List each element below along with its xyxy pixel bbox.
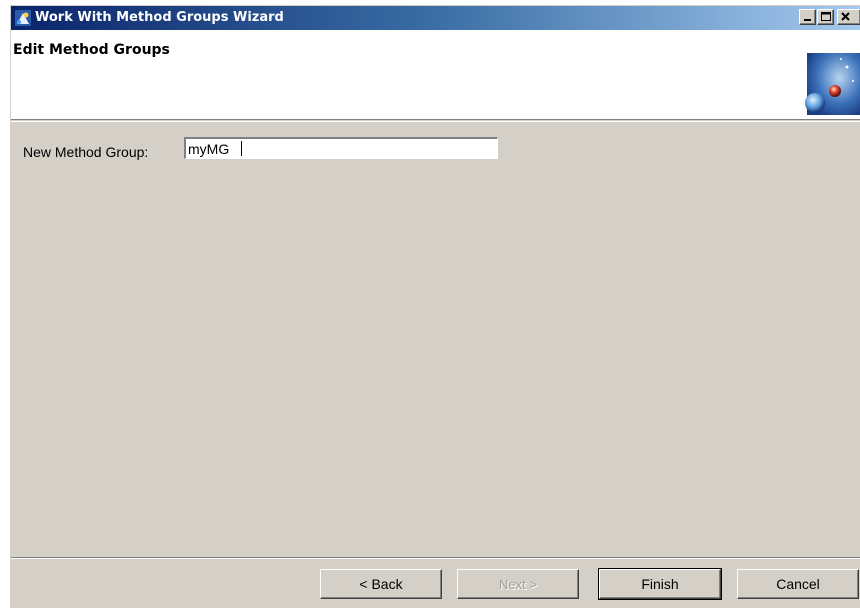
button-bar: < Back Next > Finish Cancel xyxy=(11,559,860,608)
title-bar[interactable]: Work With Method Groups Wizard xyxy=(11,6,860,30)
back-button-label: < Back xyxy=(359,576,403,592)
new-method-group-label: New Method Group: xyxy=(23,144,149,160)
minimize-button[interactable] xyxy=(799,9,816,25)
wizard-app-icon xyxy=(15,10,31,26)
globe-graphic xyxy=(801,47,860,117)
close-icon xyxy=(841,12,850,21)
finish-button-label: Finish xyxy=(641,576,679,592)
cancel-button-label: Cancel xyxy=(776,576,820,592)
next-button-label: Next > xyxy=(499,576,537,592)
text-caret xyxy=(241,141,242,156)
finish-button[interactable]: Finish xyxy=(599,569,721,599)
minimize-icon xyxy=(804,19,811,21)
wizard-header: Edit Method Groups xyxy=(11,30,860,120)
cancel-button[interactable]: Cancel xyxy=(737,569,859,599)
back-button[interactable]: < Back xyxy=(320,569,442,599)
wizard-content: New Method Group: xyxy=(11,121,860,558)
wizard-window: Work With Method Groups Wizard Edit Meth… xyxy=(10,5,860,608)
page-title: Edit Method Groups xyxy=(13,42,170,58)
close-button[interactable] xyxy=(837,9,860,25)
maximize-icon xyxy=(821,12,831,21)
maximize-button[interactable] xyxy=(817,9,834,25)
window-title: Work With Method Groups Wizard xyxy=(35,10,284,25)
next-button[interactable]: Next > xyxy=(457,569,579,599)
new-method-group-input[interactable] xyxy=(184,137,498,159)
